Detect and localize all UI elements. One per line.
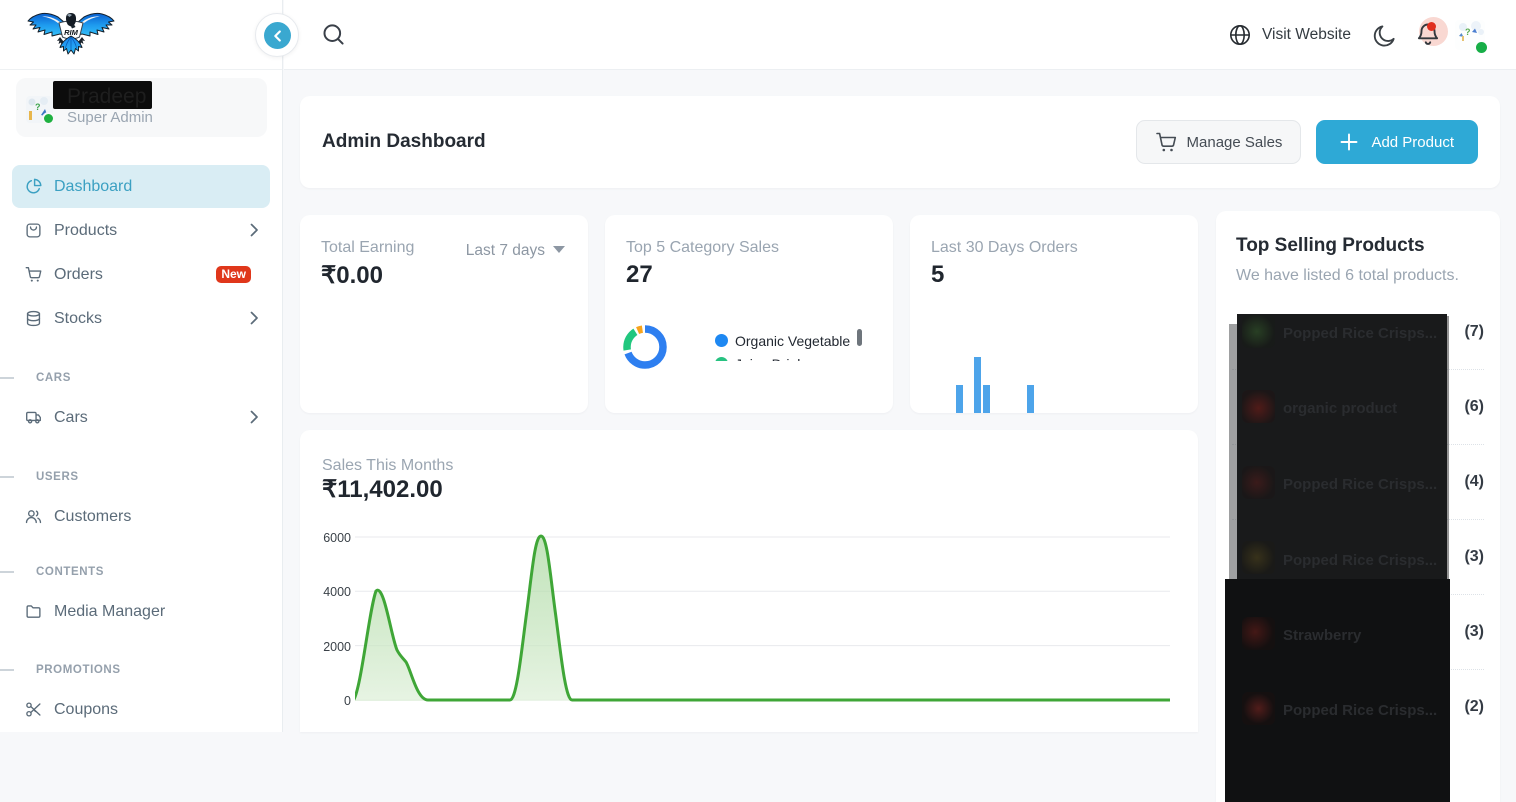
svg-text:?: ? [35, 102, 41, 112]
svg-text:?: ? [1465, 27, 1471, 37]
